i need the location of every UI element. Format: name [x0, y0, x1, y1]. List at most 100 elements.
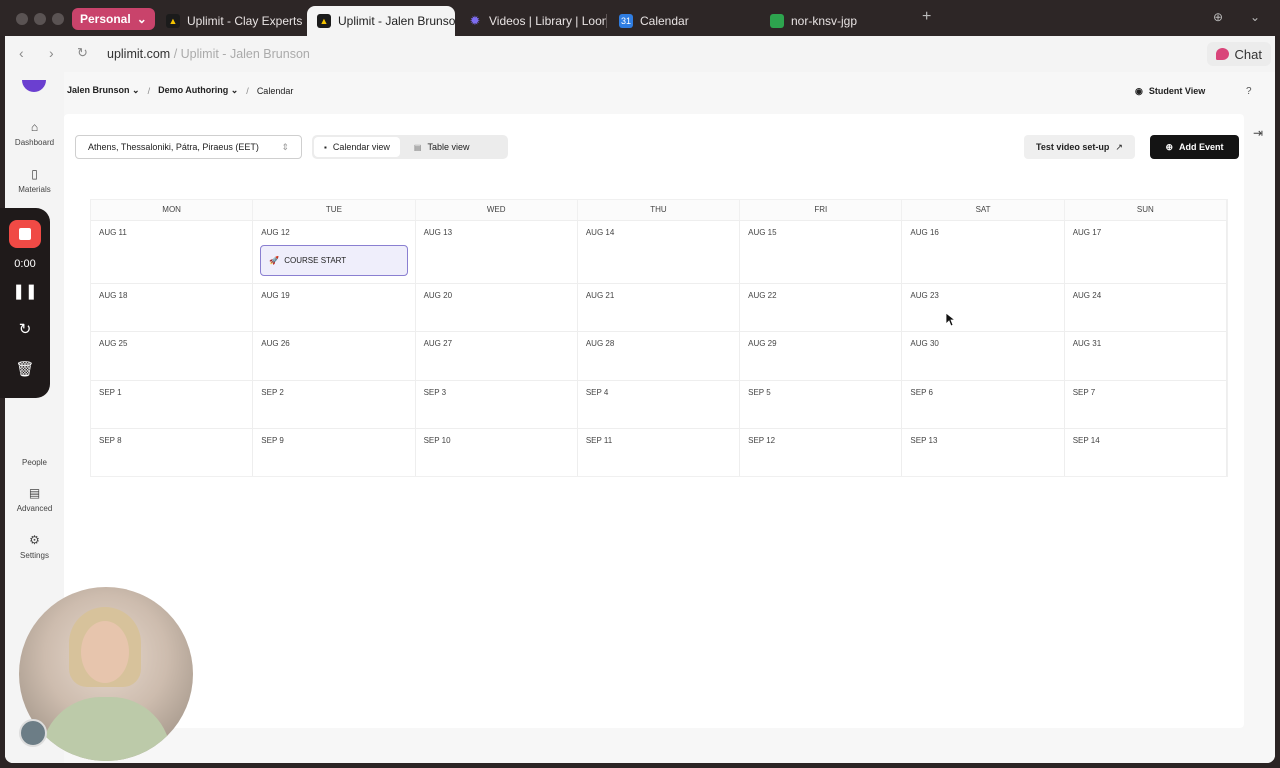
calendar-day-cell[interactable]: AUG 15	[740, 221, 903, 283]
url-field[interactable]: uplimit.com / Uplimit - Jalen Brunson	[107, 47, 310, 61]
add-event-button[interactable]: ⊕ Add Event	[1150, 135, 1239, 159]
calendar-day-cell[interactable]: AUG 27	[416, 332, 578, 380]
sidebar-item-advanced[interactable]: ▤ Advanced	[5, 486, 64, 513]
calendar-day-cell[interactable]: SEP 3	[416, 381, 578, 428]
sidebar-item-dashboard[interactable]: ⌂ Dashboard	[5, 120, 64, 147]
weekday-label: MON	[91, 200, 254, 220]
calendar-day-cell[interactable]: SEP 6	[902, 381, 1065, 428]
updown-chevron-icon: ⇕	[281, 141, 289, 152]
restart-button[interactable]: ↻	[0, 320, 50, 338]
timezone-select[interactable]: Athens, Thessaloniki, Pátra, Piraeus (EE…	[75, 135, 302, 159]
tab-uplimit-jalen[interactable]: ▲ Uplimit - Jalen Brunson	[307, 6, 455, 36]
calendar-day-cell[interactable]: SEP 5	[740, 381, 903, 428]
calendar-day-cell[interactable]: AUG 26	[253, 332, 416, 380]
calendar-week-row: SEP 1 SEP 2 SEP 3 SEP 4 SEP 5 SEP 6 SEP …	[91, 380, 1227, 428]
calendar-day-cell[interactable]: AUG 17	[1065, 221, 1227, 283]
breadcrumb: Jalen Brunson ⌄ / Demo Authoring ⌄ / Cal…	[67, 85, 293, 96]
weekday-label: SAT	[902, 200, 1065, 220]
minimize-window-button[interactable]	[34, 13, 46, 25]
calendar-day-cell[interactable]: AUG 19	[253, 284, 416, 331]
calendar-day-cell[interactable]: AUG 23	[902, 284, 1065, 331]
maximize-window-button[interactable]	[52, 13, 64, 25]
pause-icon: ❚❚	[12, 283, 38, 300]
tab-calendar-view[interactable]: ▪ Calendar view	[314, 137, 400, 157]
breadcrumb-item-current: Calendar	[256, 85, 294, 96]
calendar-day-cell[interactable]: AUG 31	[1065, 332, 1227, 380]
breadcrumb-item-course[interactable]: Demo Authoring ⌄	[158, 85, 238, 96]
webcam-person-shirt	[41, 697, 171, 761]
tab-divider	[606, 14, 607, 28]
calendar-favicon-icon: 31	[619, 14, 633, 28]
breadcrumb-item-user[interactable]: Jalen Brunson ⌄	[67, 85, 140, 96]
calendar-day-cell[interactable]: AUG 25	[91, 332, 254, 380]
profile-button[interactable]: Personal ⌄	[72, 8, 155, 30]
tab-calendar[interactable]: 31 Calendar	[609, 6, 757, 36]
loom-favicon-icon: ✹	[469, 13, 481, 28]
stop-recording-button[interactable]	[9, 220, 41, 248]
close-window-button[interactable]	[16, 13, 28, 25]
calendar-day-cell[interactable]: AUG 16	[902, 221, 1065, 283]
calendar-day-cell[interactable]: SEP 14	[1065, 429, 1227, 476]
address-bar: ‹ › ↻ uplimit.com / Uplimit - Jalen Brun…	[5, 36, 1275, 72]
calendar-week-row: AUG 18 AUG 19 AUG 20 AUG 21 AUG 22 AUG 2…	[91, 283, 1227, 331]
download-icon[interactable]: ⊕	[1213, 10, 1223, 24]
back-arrow-icon[interactable]: ‹	[19, 45, 24, 61]
calendar-day-cell[interactable]: AUG 21	[578, 284, 741, 331]
uplimit-favicon-icon: ▲	[166, 14, 180, 28]
calendar-day-cell[interactable]: SEP 12	[740, 429, 903, 476]
calendar-day-cell[interactable]: SEP 4	[578, 381, 741, 428]
student-view-label: Student View	[1148, 86, 1206, 96]
calendar-day-cell[interactable]: SEP 10	[416, 429, 578, 476]
calendar-day-cell[interactable]: AUG 18	[91, 284, 254, 331]
tab-label: nor-knsv-jgp	[791, 14, 858, 28]
eye-icon: ◉	[1135, 85, 1143, 96]
chat-button[interactable]: Chat	[1206, 42, 1271, 66]
calendar-panel: Athens, Thessaloniki, Pátra, Piraeus (EE…	[64, 114, 1244, 728]
calendar-day-cell[interactable]: AUG 22	[740, 284, 903, 331]
sidebar-item-people[interactable]: People	[5, 440, 64, 467]
trash-icon: 🗑	[15, 361, 35, 378]
calendar-day-cell[interactable]: SEP 7	[1065, 381, 1227, 428]
calendar-day-cell[interactable]: AUG 28	[578, 332, 741, 380]
reload-icon[interactable]: ↻	[77, 45, 88, 61]
collapse-panel-icon[interactable]: ⇥	[1253, 126, 1263, 140]
tab-uplimit-clay[interactable]: ▲ Uplimit - Clay Experts B	[156, 6, 304, 36]
tab-meet[interactable]: nor-knsv-jgp	[760, 6, 908, 36]
event-label: COURSE START	[284, 256, 347, 265]
avatar[interactable]	[19, 719, 47, 747]
tab-table-view[interactable]: ▤ Table view	[404, 137, 480, 157]
pause-button[interactable]: ❚❚	[0, 282, 50, 300]
calendar-day-cell[interactable]: SEP 1	[91, 381, 254, 428]
meet-favicon-icon	[770, 14, 784, 28]
sidebar-item-settings[interactable]: ⚙ Settings	[5, 533, 64, 560]
delete-recording-button[interactable]: 🗑	[0, 360, 50, 378]
calendar-day-cell[interactable]: AUG 12 🚀 COURSE START	[253, 221, 416, 283]
browser-tab-bar: Personal ⌄ ▲ Uplimit - Clay Experts B ▲ …	[0, 0, 1280, 36]
uplimit-logo[interactable]	[22, 80, 46, 92]
calendar-day-cell[interactable]: AUG 30	[902, 332, 1065, 380]
tab-loom[interactable]: ✹ Videos | Library | Loom	[458, 6, 606, 36]
calendar-week-row: SEP 8 SEP 9 SEP 10 SEP 11 SEP 12 SEP 13 …	[91, 428, 1227, 476]
chevron-down-icon[interactable]: ⌄	[1250, 10, 1260, 24]
sidebar-item-label: Settings	[20, 551, 49, 560]
calendar-day-cell[interactable]: AUG 24	[1065, 284, 1227, 331]
calendar-day-cell[interactable]: AUG 14	[578, 221, 741, 283]
calendar-day-cell[interactable]: SEP 8	[91, 429, 254, 476]
webcam-person-face	[81, 621, 129, 683]
calendar-day-cell[interactable]: SEP 2	[253, 381, 416, 428]
calendar-day-cell[interactable]: AUG 20	[416, 284, 578, 331]
calendar-day-cell[interactable]: SEP 9	[253, 429, 416, 476]
event-course-start[interactable]: 🚀 COURSE START	[260, 245, 408, 276]
timezone-value: Athens, Thessaloniki, Pátra, Piraeus (EE…	[88, 142, 259, 152]
help-button[interactable]: ?	[1246, 86, 1252, 97]
new-tab-button[interactable]: +	[922, 8, 931, 26]
calendar-day-cell[interactable]: AUG 29	[740, 332, 903, 380]
calendar-day-cell[interactable]: SEP 13	[902, 429, 1065, 476]
calendar-day-cell[interactable]: AUG 11	[91, 221, 254, 283]
calendar-day-cell[interactable]: SEP 11	[578, 429, 741, 476]
test-video-button[interactable]: Test video set-up ↗	[1024, 135, 1135, 159]
calendar-day-cell[interactable]: AUG 13	[416, 221, 578, 283]
sidebar-item-materials[interactable]: ▯ Materials	[5, 167, 64, 194]
forward-arrow-icon[interactable]: ›	[49, 45, 54, 61]
student-view-button[interactable]: ◉ Student View	[1127, 80, 1213, 102]
